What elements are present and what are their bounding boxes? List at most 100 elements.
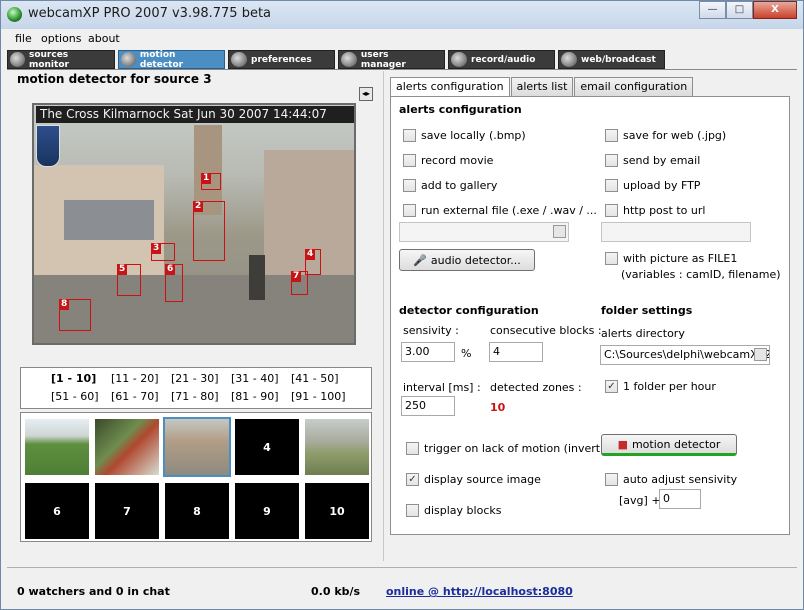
tab-preferences[interactable]: preferences <box>228 50 335 69</box>
status-bar: 0 watchers and 0 in chat 0.0 kb/s online… <box>7 567 797 607</box>
sensivity-input[interactable]: 3.00 <box>401 342 455 362</box>
close-button[interactable]: X <box>753 1 797 19</box>
browse-button[interactable] <box>553 225 566 238</box>
source-thumb-7[interactable]: 7 <box>95 483 159 539</box>
motion-zone[interactable]: 7 <box>291 271 308 295</box>
audio-detector-label: audio detector... <box>430 253 521 267</box>
interval-label: interval [ms] : <box>403 381 481 394</box>
run-external-checkbox[interactable] <box>403 204 416 217</box>
page-link-21-30[interactable]: [21 - 30] <box>171 372 219 385</box>
alerts-directory-value: C:\Sources\delphi\webcamXP2 <box>604 348 770 361</box>
tab-alerts-list[interactable]: alerts list <box>510 77 574 96</box>
external-file-input[interactable] <box>399 222 569 242</box>
motion-zone[interactable]: 6 <box>165 264 183 302</box>
source-thumb-6[interactable]: 6 <box>25 483 89 539</box>
display-blocks-label: display blocks <box>424 504 502 517</box>
window-title: webcamXP PRO 2007 v3.98.775 beta <box>28 6 272 21</box>
page-link-51-60[interactable]: [51 - 60] <box>51 390 99 403</box>
motion-zone[interactable]: 3 <box>151 243 175 261</box>
source-thumb-3[interactable] <box>163 417 231 477</box>
page-link-81-90[interactable]: [81 - 90] <box>231 390 279 403</box>
motion-zone[interactable]: 5 <box>117 264 141 296</box>
save-locally-label: save locally (.bmp) <box>421 129 526 142</box>
menu-options[interactable]: options <box>41 32 82 45</box>
trigger-lack-label: trigger on lack of motion (invert) <box>424 442 605 455</box>
zone-label: 3 <box>151 243 162 254</box>
save-web-label: save for web (.jpg) <box>623 129 727 142</box>
consecutive-blocks-input[interactable]: 4 <box>489 342 543 362</box>
save-locally-checkbox[interactable] <box>403 129 416 142</box>
with-picture-checkbox[interactable] <box>605 252 618 265</box>
page-link-11-20[interactable]: [11 - 20] <box>111 372 159 385</box>
source-thumb-2[interactable] <box>95 419 159 475</box>
maximize-button[interactable]: □ <box>726 1 753 19</box>
tab-record-audio[interactable]: record/audio <box>448 50 555 69</box>
upload-ftp-checkbox[interactable] <box>605 179 618 192</box>
source-thumb-9[interactable]: 9 <box>235 483 299 539</box>
display-blocks-checkbox[interactable] <box>406 504 419 517</box>
folder-per-hour-label: 1 folder per hour <box>623 380 716 393</box>
http-post-url-input[interactable] <box>601 222 751 242</box>
menu-about[interactable]: about <box>88 32 120 45</box>
microphone-icon: 🎤 <box>413 253 427 267</box>
page-link-61-70[interactable]: [61 - 70] <box>111 390 159 403</box>
display-source-label: display source image <box>424 473 541 486</box>
add-gallery-checkbox[interactable] <box>403 179 416 192</box>
tab-users-manager[interactable]: users manager <box>338 49 445 70</box>
page-link-71-80[interactable]: [71 - 80] <box>171 390 219 403</box>
trigger-lack-checkbox[interactable] <box>406 442 419 455</box>
menu-file[interactable]: file <box>15 32 32 45</box>
zone-label: 5 <box>117 264 128 275</box>
motion-detector-label: motion detector <box>631 437 721 451</box>
save-web-checkbox[interactable] <box>605 129 618 142</box>
tab-web-broadcast[interactable]: web/broadcast <box>558 50 665 69</box>
tab-label: users manager <box>360 49 406 70</box>
app-window: webcamXP PRO 2007 v3.98.775 beta — □ X f… <box>0 0 804 610</box>
alerts-directory-label: alerts directory <box>601 327 685 340</box>
page-link-41-50[interactable]: [41 - 50] <box>291 372 339 385</box>
source-thumb-8[interactable]: 8 <box>165 483 229 539</box>
motion-zone[interactable]: 2 <box>193 201 225 261</box>
tab-label: record/audio <box>471 54 536 65</box>
source-thumbnails: 4 6 7 8 9 10 <box>20 412 372 542</box>
variables-hint: (variables : camID, filename) <box>621 268 781 281</box>
page-link-91-100[interactable]: [91 - 100] <box>291 390 346 403</box>
source-page-selector: [1 - 10] [11 - 20] [21 - 30] [31 - 40] [… <box>20 367 372 409</box>
globe-icon <box>561 52 577 67</box>
tab-label: web/broadcast <box>581 54 656 65</box>
source-thumb-1[interactable] <box>25 419 89 475</box>
interval-input[interactable]: 250 <box>401 396 455 416</box>
folder-per-hour-checkbox[interactable]: ✓ <box>605 380 618 393</box>
tab-alerts-configuration[interactable]: alerts configuration <box>390 77 510 97</box>
expand-arrows-icon[interactable]: ◂▸ <box>359 87 373 101</box>
record-movie-label: record movie <box>421 154 494 167</box>
tab-email-configuration[interactable]: email configuration <box>574 77 694 96</box>
motion-zone[interactable]: 1 <box>201 173 221 190</box>
browse-button[interactable] <box>754 348 767 361</box>
tab-motion-detector[interactable]: motion detector <box>118 50 225 70</box>
minimize-button[interactable]: — <box>699 1 726 19</box>
folder-settings-heading: folder settings <box>601 304 693 317</box>
page-link-1-10[interactable]: [1 - 10] <box>51 372 96 385</box>
send-email-checkbox[interactable] <box>605 154 618 167</box>
online-link[interactable]: online @ http://localhost:8080 <box>386 585 573 598</box>
source-thumb-10[interactable]: 10 <box>305 483 369 539</box>
crest-logo <box>36 125 60 167</box>
avg-input[interactable]: 0 <box>659 489 701 509</box>
source-thumb-5[interactable] <box>305 419 369 475</box>
detected-zones-value: 10 <box>490 401 506 414</box>
http-post-checkbox[interactable] <box>605 204 618 217</box>
detected-zones-label: detected zones : <box>490 381 582 394</box>
motion-zone[interactable]: 8 <box>59 299 91 331</box>
record-movie-checkbox[interactable] <box>403 154 416 167</box>
tabs-underline <box>7 69 797 70</box>
audio-detector-button[interactable]: 🎤 audio detector... <box>399 249 535 271</box>
display-source-checkbox[interactable]: ✓ <box>406 473 419 486</box>
auto-adjust-checkbox[interactable] <box>605 473 618 486</box>
source-thumb-4[interactable]: 4 <box>235 419 299 475</box>
tab-sources-monitor[interactable]: sources monitor <box>7 50 115 70</box>
page-link-31-40[interactable]: [31 - 40] <box>231 372 279 385</box>
upload-ftp-label: upload by FTP <box>623 179 701 192</box>
motion-detector-button[interactable]: ■ motion detector <box>601 434 737 456</box>
alerts-directory-input[interactable]: C:\Sources\delphi\webcamXP2 <box>600 345 770 365</box>
